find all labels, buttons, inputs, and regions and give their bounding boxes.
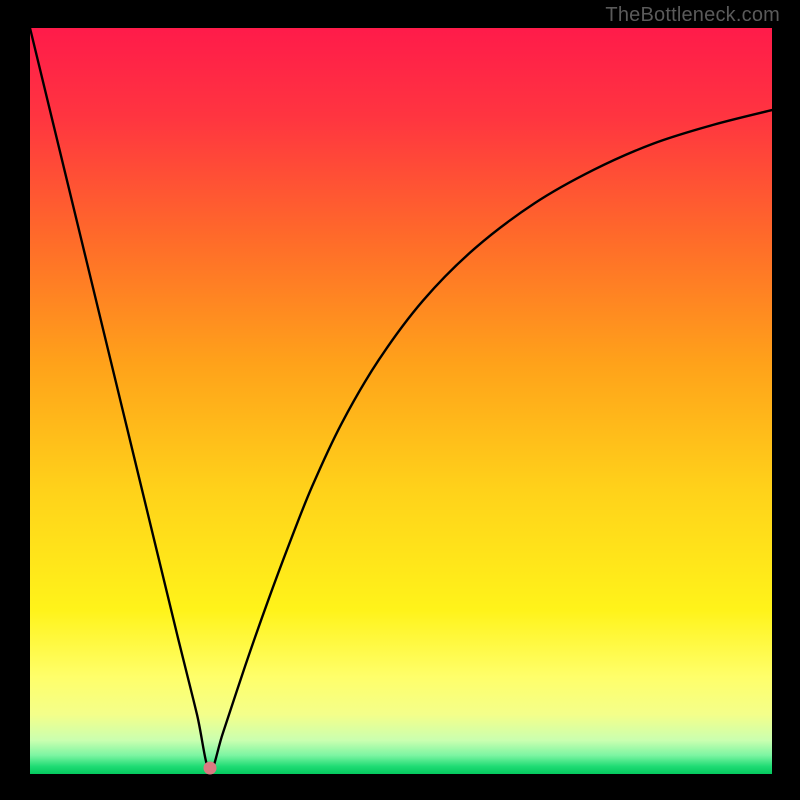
bottleneck-curve bbox=[30, 28, 772, 771]
watermark-text: TheBottleneck.com bbox=[605, 4, 780, 27]
plot-area bbox=[30, 28, 772, 774]
curve-layer bbox=[30, 28, 772, 774]
chart-frame: TheBottleneck.com bbox=[0, 0, 800, 800]
optimal-point-marker bbox=[203, 762, 216, 775]
